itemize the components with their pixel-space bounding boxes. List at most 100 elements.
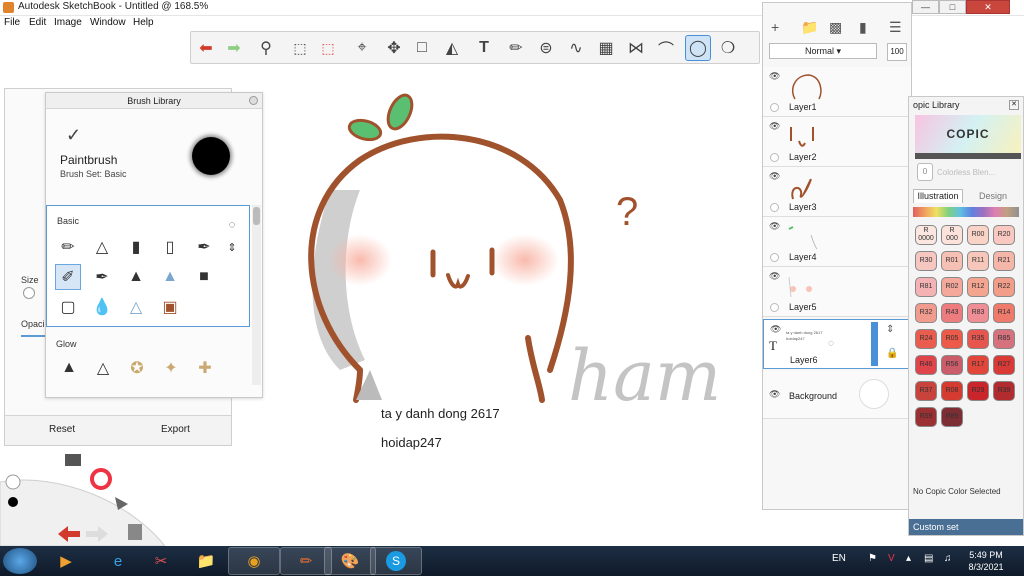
size-slider[interactable] (23, 287, 35, 299)
layer-row[interactable]: 👁 Layer1 (763, 67, 911, 117)
ruler-icon[interactable]: ✏ (503, 35, 529, 61)
copic-color-chip[interactable]: R56 (941, 355, 963, 375)
airbrush-icon[interactable]: △ (89, 234, 115, 260)
layer-lock-radio[interactable] (770, 153, 779, 162)
undo-icon[interactable]: ⬅ (193, 35, 219, 61)
ballpoint-icon[interactable]: ✒ (191, 234, 217, 260)
tab-illustration[interactable]: Illustration (913, 189, 963, 203)
copic-color-chip[interactable]: R83 (967, 303, 989, 323)
symmetry-icon[interactable]: ⋈ (623, 35, 649, 61)
copic-color-chip[interactable]: R89 (941, 407, 963, 427)
brush-library-scrollbar[interactable] (252, 205, 261, 385)
background-layer-row[interactable]: 👁 Background (763, 371, 911, 419)
visibility-eye-icon[interactable]: 👁 (769, 171, 780, 182)
close-icon[interactable]: ✕ (1009, 100, 1019, 110)
layer-row[interactable]: 👁 Layer5 (763, 267, 911, 317)
copic-color-chip[interactable]: R08 (941, 381, 963, 401)
drawing-canvas[interactable]: ? ham (270, 70, 750, 470)
copic-color-chip[interactable]: R35 (967, 329, 989, 349)
copic-color-chip[interactable]: R 000 (941, 225, 963, 245)
menu-file[interactable]: File (4, 17, 20, 28)
shape-icon[interactable]: ❍ (715, 35, 741, 61)
water-drop-icon[interactable]: 💧 (89, 294, 115, 320)
minimize-button[interactable]: — (912, 0, 939, 14)
language-indicator[interactable]: EN (832, 553, 846, 564)
glow-airbrush-icon[interactable]: △ (90, 355, 116, 381)
layer-row[interactable]: 👁 Layer4 (763, 217, 911, 267)
copic-color-chip[interactable]: R 0000 (915, 225, 937, 245)
tab-design[interactable]: Design (979, 191, 1007, 201)
chrome-icon[interactable]: ◉ (228, 547, 280, 575)
copic-color-chip[interactable]: R24 (915, 329, 937, 349)
visibility-eye-icon[interactable]: 👁 (769, 389, 780, 400)
tray-network-icon[interactable]: ▤ (924, 553, 933, 564)
ink-pen-icon[interactable]: ✒ (89, 264, 115, 290)
glow-cross-icon[interactable]: ✚ (192, 355, 218, 381)
copic-color-chip[interactable]: R21 (993, 251, 1015, 271)
smudge-icon[interactable]: ▣ (157, 294, 183, 320)
visibility-eye-icon[interactable]: 👁 (769, 121, 780, 132)
brush-tool-icon[interactable] (65, 454, 81, 466)
move-icon[interactable]: ✥ (381, 35, 407, 61)
select-icon[interactable]: ⬚ (287, 35, 313, 61)
visibility-eye-icon[interactable]: 👁 (769, 271, 780, 282)
system-clock[interactable]: 5:49 PM 8/3/2021 (962, 549, 1010, 573)
copic-color-chip[interactable]: R37 (915, 381, 937, 401)
fill-icon[interactable]: ◭ (439, 35, 465, 61)
opacity-slider[interactable] (21, 335, 45, 337)
hard-eraser-icon[interactable]: ■ (191, 264, 217, 290)
distort-icon[interactable]: □ (409, 35, 435, 61)
custom-set-bar[interactable]: Custom set (909, 519, 1023, 535)
pencil-brush-icon[interactable]: ✏ (55, 234, 81, 260)
tray-antivirus-icon[interactable]: V (888, 553, 895, 564)
menu-edit[interactable]: Edit (29, 17, 46, 28)
copic-color-chip[interactable]: R01 (941, 251, 963, 271)
layer-row[interactable]: 👁 Layer3 (763, 167, 911, 217)
paintbrush-brush-icon[interactable]: ✐ (55, 264, 81, 290)
visibility-eye-icon[interactable]: 👁 (770, 324, 781, 335)
copic-color-chip[interactable]: R27 (993, 355, 1015, 375)
reset-button[interactable]: Reset (49, 424, 75, 435)
perspective-icon[interactable]: ▦ (593, 35, 619, 61)
circle-icon[interactable]: ◯ (685, 35, 711, 61)
copic-color-chip[interactable]: R02 (941, 277, 963, 297)
copic-color-chip[interactable]: R17 (967, 355, 989, 375)
copic-color-chip[interactable]: R00 (967, 225, 989, 245)
media-player-icon[interactable]: ▶ (40, 547, 92, 575)
copic-color-chip[interactable]: R32 (915, 303, 937, 323)
tray-volume-icon[interactable]: ♫ (944, 553, 952, 564)
layer-lock-icon[interactable]: 🔒 (886, 348, 898, 359)
brush-color-dot-icon[interactable] (8, 497, 18, 507)
layer-reorder-icon[interactable]: ⇕ (886, 324, 894, 335)
redo-icon[interactable]: ➡ (221, 35, 247, 61)
add-image-icon[interactable]: ▩ (829, 19, 842, 36)
tray-arrow-icon[interactable]: ▴ (906, 553, 911, 564)
copic-color-chip[interactable]: R14 (993, 303, 1015, 323)
copic-color-chip[interactable]: R11 (967, 251, 989, 271)
close-icon[interactable] (249, 96, 258, 105)
color-family-strip[interactable] (913, 207, 1019, 217)
skype-icon[interactable]: S (370, 547, 422, 575)
copic-color-chip[interactable]: R85 (993, 329, 1015, 349)
layer-lock-radio[interactable] (770, 303, 779, 312)
block-eraser-icon[interactable]: ▢ (55, 294, 81, 320)
paint-icon[interactable]: 🎨 (324, 547, 376, 575)
color-wheel-icon[interactable] (90, 468, 112, 490)
zoom-icon[interactable]: ⚲ (253, 35, 279, 61)
close-button[interactable]: ✕ (966, 0, 1010, 14)
blend-mode-select[interactable]: Normal ▾ (769, 43, 877, 59)
copic-color-chip[interactable]: R30 (915, 251, 937, 271)
export-button[interactable]: Export (161, 424, 190, 435)
crop-icon[interactable]: ⌖ (349, 35, 375, 61)
delete-layer-icon[interactable]: ▮ (859, 19, 867, 36)
glow-star-icon[interactable]: ✦ (158, 355, 184, 381)
layer-lock-radio[interactable] (770, 253, 779, 262)
scroll-thumb[interactable] (253, 207, 260, 225)
layer-row-active[interactable]: 👁 T ta y danh dong 2617 hoidap247 ◌ ⇕ 🔒 … (763, 319, 911, 369)
text-icon[interactable]: T (471, 35, 497, 61)
layer-icon[interactable] (128, 524, 142, 540)
tray-flag-icon[interactable]: ⚑ (868, 553, 877, 564)
copic-color-chip[interactable]: R43 (941, 303, 963, 323)
blur-triangle-icon[interactable]: △ (123, 294, 149, 320)
visibility-eye-icon[interactable]: 👁 (769, 71, 780, 82)
